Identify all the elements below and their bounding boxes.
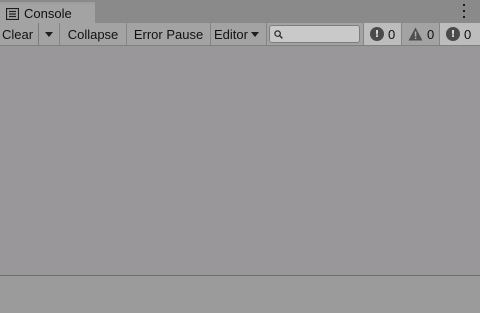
- error-pause-toggle[interactable]: Error Pause: [127, 23, 211, 45]
- log-count: 0: [388, 26, 396, 42]
- tab-title: Console: [24, 6, 72, 21]
- kebab-menu-icon[interactable]: [462, 4, 466, 18]
- tab-bar: Console: [0, 0, 480, 23]
- chevron-down-icon: [250, 31, 259, 37]
- tab-console[interactable]: Console: [0, 2, 95, 23]
- log-detail-pane[interactable]: [0, 276, 480, 313]
- error-icon: !: [446, 27, 460, 41]
- log-filter-toggle[interactable]: ! 0: [363, 23, 401, 45]
- log-list-pane[interactable]: [0, 46, 480, 275]
- editor-label: Editor: [214, 26, 248, 42]
- collapse-label: Collapse: [67, 26, 119, 42]
- search-icon: [274, 29, 283, 39]
- warning-icon: [408, 27, 423, 41]
- editor-target-dropdown[interactable]: Editor: [211, 23, 267, 45]
- console-toolbar: Clear Collapse Error Pause Editor ! 0 0 …: [0, 23, 480, 46]
- clear-button[interactable]: Clear: [0, 23, 39, 45]
- error-count: 0: [464, 26, 472, 42]
- search-input[interactable]: [286, 27, 356, 41]
- search-field[interactable]: [269, 25, 360, 43]
- clear-button-label: Clear: [2, 26, 34, 42]
- clear-options-dropdown[interactable]: [39, 23, 60, 45]
- info-icon: !: [370, 27, 384, 41]
- warning-filter-toggle[interactable]: 0: [401, 23, 439, 45]
- error-filter-toggle[interactable]: ! 0: [439, 23, 480, 45]
- chevron-down-icon: [45, 31, 53, 37]
- console-window-icon: [6, 7, 19, 20]
- error-pause-label: Error Pause: [133, 26, 204, 42]
- warning-count: 0: [427, 26, 435, 42]
- collapse-toggle[interactable]: Collapse: [60, 23, 127, 45]
